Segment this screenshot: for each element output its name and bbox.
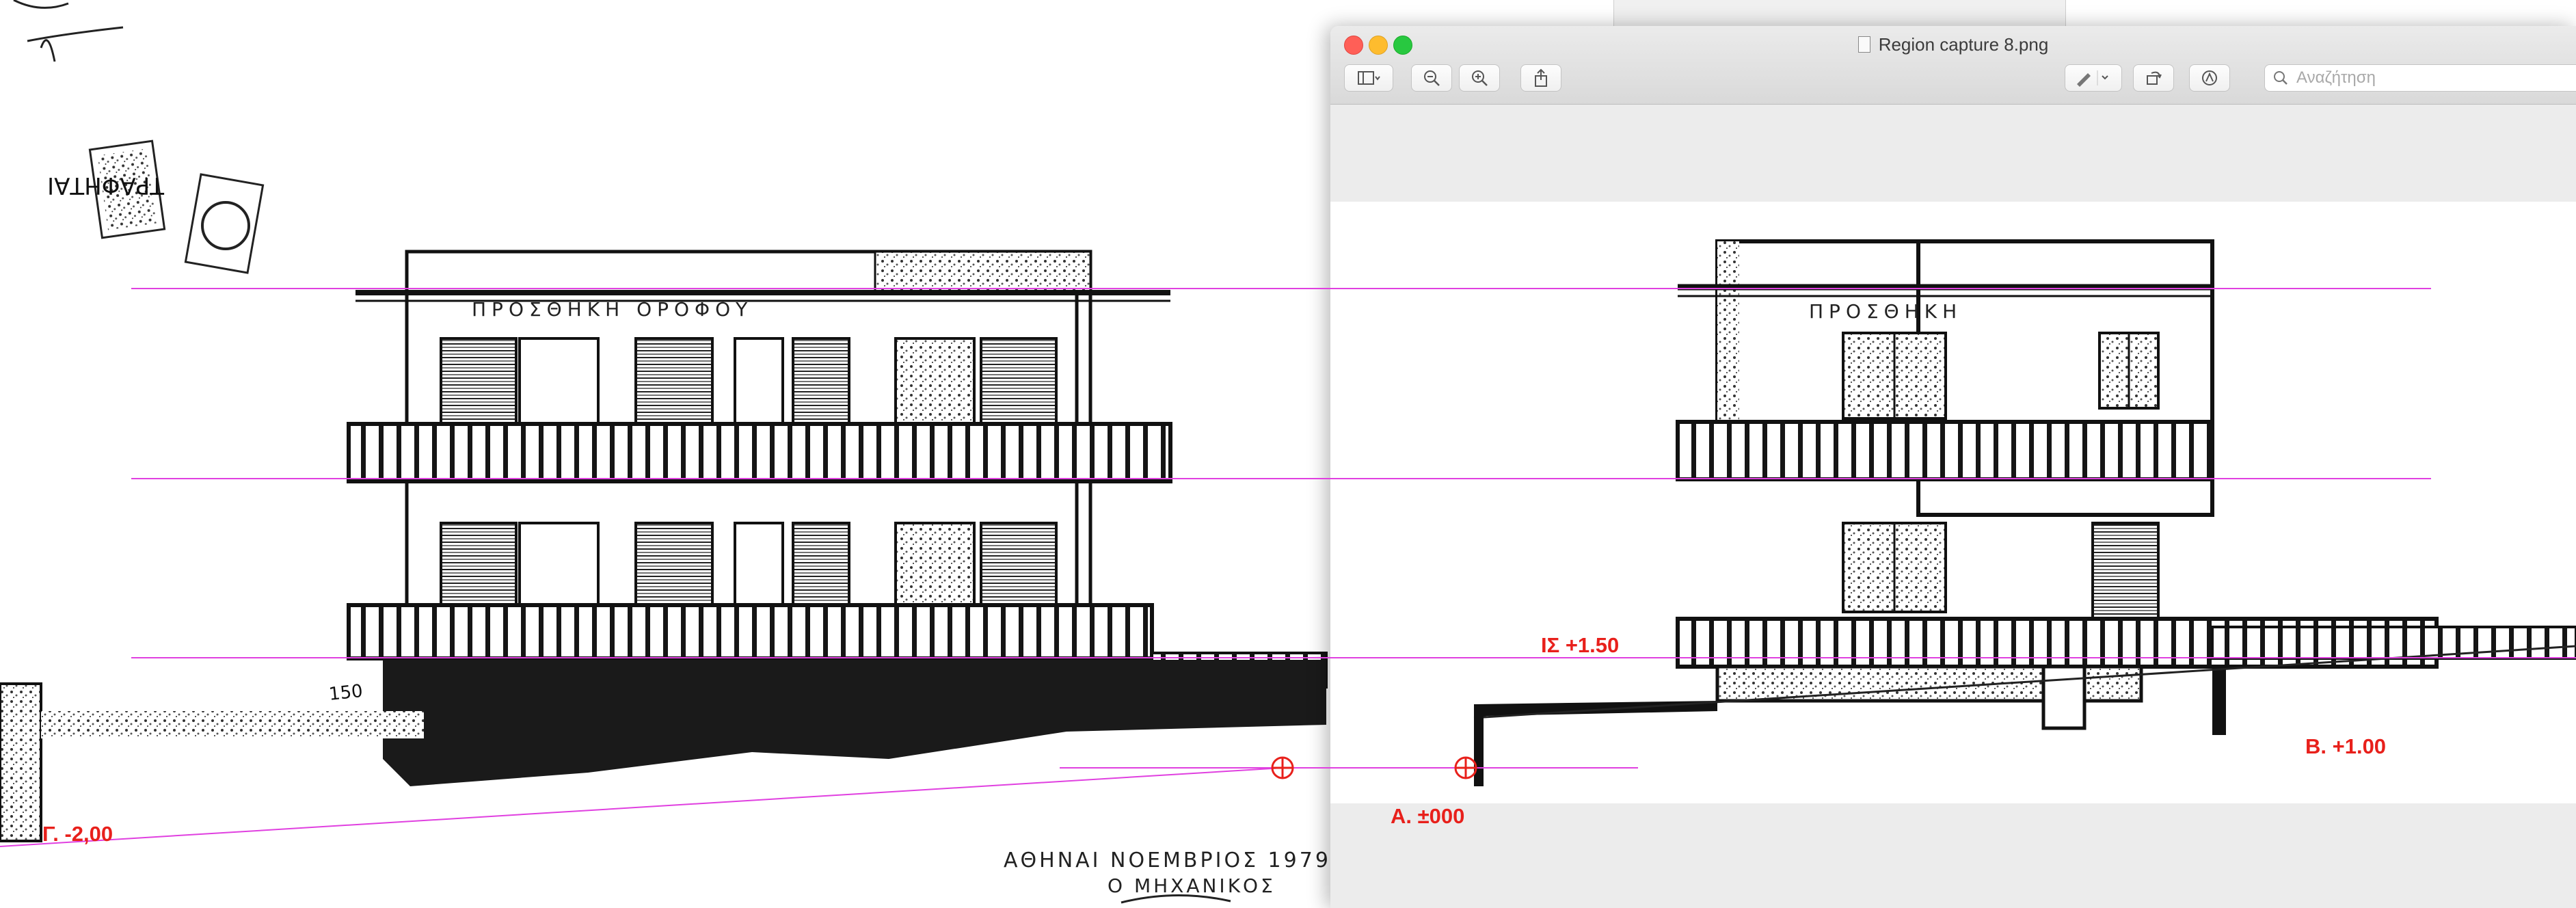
image-sheet: ΠΡΟΣΘΗΚΗ	[1330, 202, 2576, 803]
dimension-label: 150	[328, 681, 364, 705]
right-elevation-drawing: ΠΡΟΣΘΗΚΗ	[1473, 239, 2576, 786]
markup-icon	[2202, 70, 2217, 85]
right-title-text: ΠΡΟΣΘΗΚΗ	[1809, 300, 1962, 323]
level-is-label: ΙΣ +1.50	[1541, 633, 1620, 657]
sidebar-icon	[1358, 71, 1380, 85]
level-g-label: Γ. -2,00	[42, 822, 113, 846]
zoom-in-button[interactable]	[1459, 64, 1500, 92]
sidebar-toggle-button[interactable]	[1344, 64, 1393, 92]
engineer-text: Ο ΜΗΧΑΝΙΚΟΣ	[1108, 874, 1276, 897]
zoom-out-button[interactable]	[1411, 64, 1452, 92]
pen-icon	[2077, 70, 2108, 87]
window-toolbar: Region capture 8.png	[1330, 26, 2576, 105]
level-a-label: Α. ±000	[1391, 804, 1465, 828]
zoom-out-icon	[1424, 70, 1440, 86]
window-title-text: Region capture 8.png	[1878, 34, 2049, 55]
preview-window: Region capture 8.png Αναζήτηση ΠΡΟΣΘΗΚΗ	[1330, 26, 2576, 908]
window-title: Region capture 8.png	[1330, 33, 2576, 56]
search-field[interactable]	[2264, 64, 2576, 92]
signature-mark	[13, 0, 124, 62]
share-icon	[1535, 68, 1547, 87]
search-icon	[2274, 71, 2287, 85]
file-icon	[1857, 36, 1870, 53]
rotate-button[interactable]	[2133, 64, 2174, 92]
date-text: ΑΘΗΝΑΙ ΝΟΕΜΒΡΙΟΣ 1979	[1004, 849, 1331, 872]
image-viewer[interactable]: ΠΡΟΣΘΗΚΗ	[1330, 105, 2576, 908]
svg-text:ΤΡΑΦΗΤΑΙ: ΤΡΑΦΗΤΑΙ	[47, 172, 165, 199]
markup-toolbar-button[interactable]	[2189, 64, 2230, 92]
level-b-label: Β. +1.00	[2305, 734, 2387, 758]
chevron-down-icon	[1375, 76, 1380, 81]
rotate-icon	[2147, 71, 2162, 85]
left-title-text: ΠΡΟΣΘΗΚΗ ΟΡΟΦΟΥ	[472, 298, 753, 321]
background-window-edge	[1613, 0, 2066, 27]
chevron-down-icon	[2102, 75, 2108, 80]
zoom-in-icon	[1472, 70, 1488, 86]
stamp-group: ΤΡΑΦΗΤΑΙ	[47, 139, 265, 274]
left-building	[0, 250, 1328, 842]
markup-pen-button[interactable]	[2065, 64, 2122, 92]
share-button[interactable]	[1520, 64, 1561, 92]
search-input[interactable]	[2295, 68, 2558, 88]
right-building	[1473, 239, 2576, 786]
